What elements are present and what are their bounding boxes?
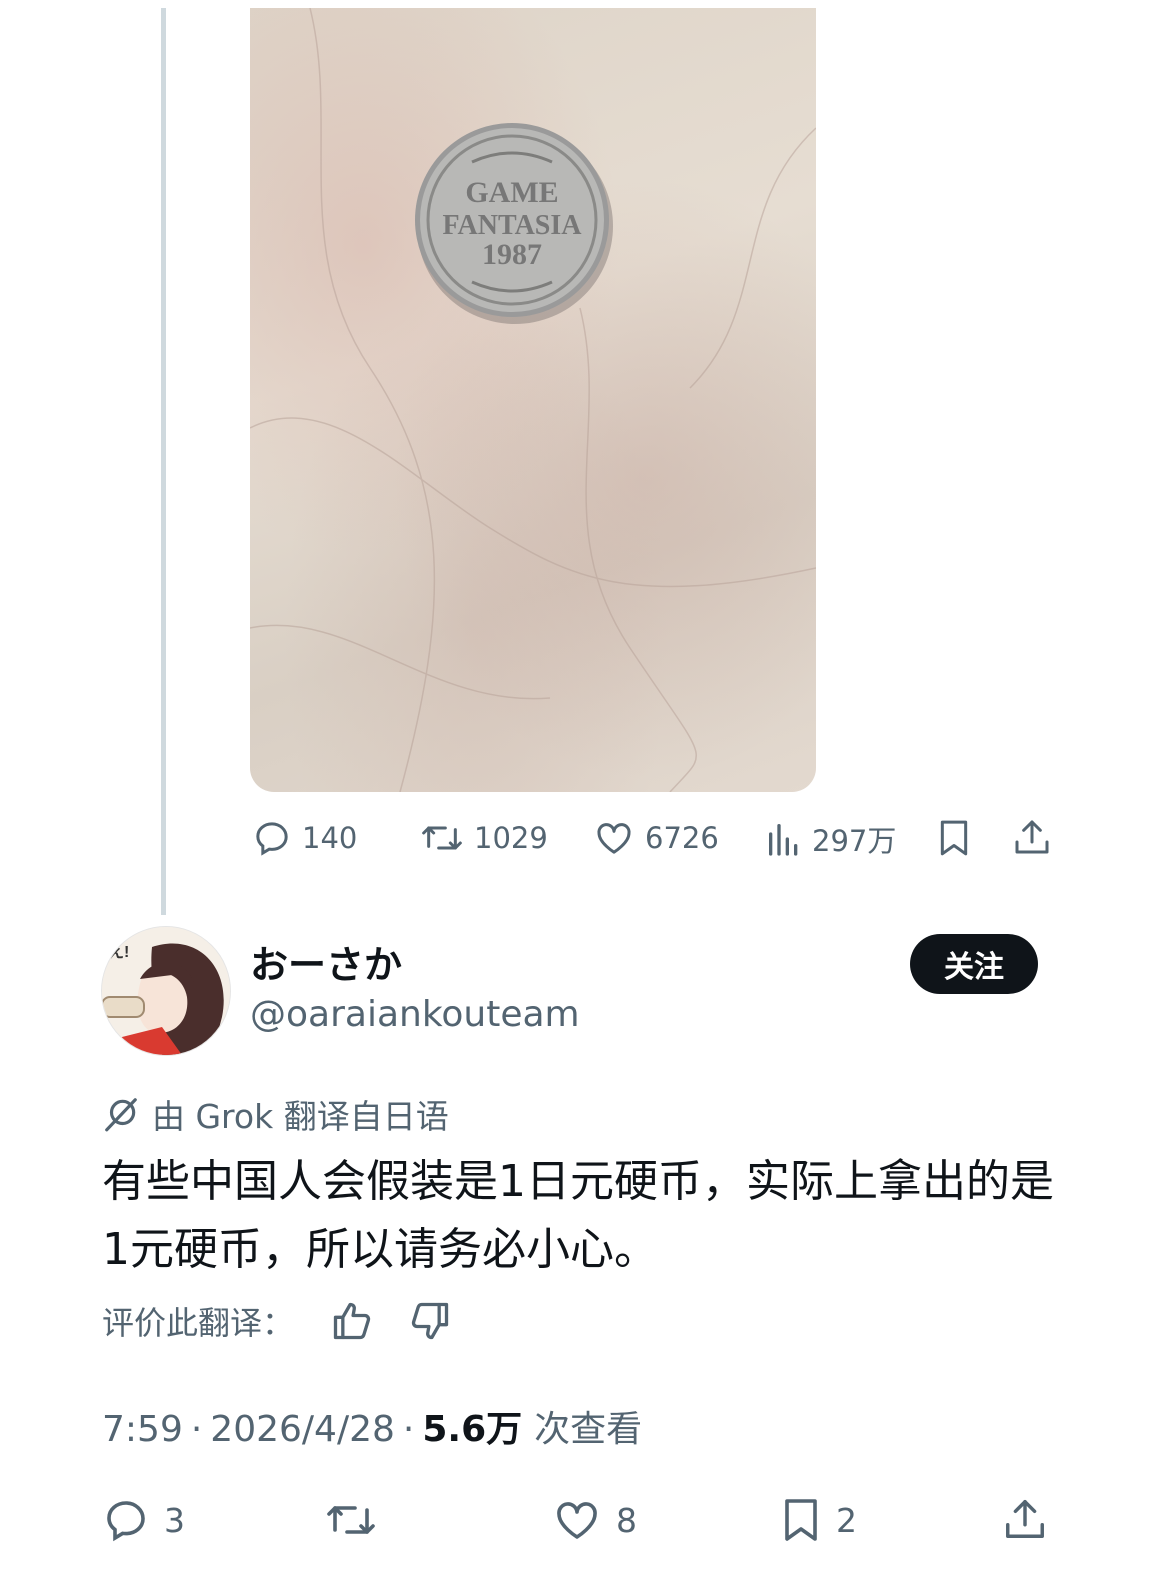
rate-translation-label: 评价此翻译： — [102, 1304, 295, 1342]
retweet-button[interactable] — [324, 1496, 378, 1544]
display-name[interactable]: おーさか — [250, 934, 402, 989]
meta-separator: · — [190, 1409, 203, 1450]
share-button[interactable] — [1002, 1494, 1048, 1544]
retweet-icon — [327, 1506, 375, 1534]
translated-by-label: 由 Grok 翻译自日语 — [152, 1097, 449, 1136]
tweet-time[interactable]: 7:59 — [102, 1409, 183, 1450]
reply-count: 140 — [302, 821, 358, 855]
like-count: 6726 — [645, 821, 719, 855]
svg-text:え!: え! — [108, 943, 129, 961]
rate-translation: 评价此翻译： — [102, 1298, 452, 1344]
tweet-date[interactable]: 2026/4/28 — [210, 1409, 395, 1450]
translation-notice: 由 Grok 翻译自日语 — [102, 1090, 449, 1138]
views-button[interactable]: 297万 — [766, 818, 896, 860]
coin-photo: GAME FANTASIA 1987 — [250, 8, 816, 792]
like-icon — [597, 823, 631, 854]
bookmark-icon — [785, 1499, 817, 1541]
views-icon — [769, 824, 798, 856]
thread-connector-line — [161, 8, 166, 915]
reply-button[interactable]: 3 — [102, 1496, 185, 1544]
bookmark-count: 2 — [836, 1500, 857, 1540]
coin-text-line-2: FANTASIA — [443, 210, 583, 241]
coin-text-line-1: GAME — [465, 176, 558, 209]
thumbs-down-icon — [411, 1302, 449, 1340]
coin-text-line-3: 1987 — [482, 238, 542, 271]
view-count-label[interactable]: 次查看 — [534, 1400, 642, 1452]
bookmark-button[interactable]: 2 — [780, 1496, 857, 1544]
thumbs-down-button[interactable] — [408, 1299, 452, 1343]
like-button[interactable]: 6726 — [593, 818, 719, 858]
like-icon — [557, 1502, 597, 1539]
thumbs-up-button[interactable] — [330, 1299, 374, 1343]
tweet-text: 有些中国人会假装是1日元硬币，实际上拿出的是1元硬币，所以请务必小心。 — [102, 1156, 1054, 1275]
avatar[interactable]: え! — [101, 926, 231, 1056]
user-handle[interactable]: @oaraiankouteam — [250, 994, 580, 1035]
share-button[interactable] — [1012, 816, 1052, 858]
grok-icon — [105, 1098, 137, 1132]
retweet-icon — [422, 826, 462, 850]
reply-icon — [107, 1501, 145, 1542]
bookmark-icon — [940, 820, 968, 856]
share-icon — [1015, 820, 1049, 854]
meta-separator: · — [402, 1409, 415, 1450]
tweet-image[interactable]: GAME FANTASIA 1987 — [250, 8, 816, 792]
follow-button[interactable]: 关注 — [910, 934, 1038, 994]
like-count: 8 — [616, 1500, 637, 1540]
retweet-button[interactable]: 1029 — [420, 818, 548, 858]
retweet-count: 1029 — [474, 821, 548, 855]
thumbs-up-icon — [333, 1302, 371, 1340]
share-icon — [1006, 1500, 1044, 1538]
view-count-value: 5.6万 — [422, 1409, 523, 1450]
views-count: 297万 — [812, 824, 897, 858]
reply-count: 3 — [164, 1500, 185, 1540]
tweet-meta: 7:59 · 2026/4/28 · 5.6万 次查看 — [102, 1400, 642, 1452]
avatar-illustration: え! — [102, 927, 230, 1055]
bookmark-button[interactable] — [936, 818, 972, 858]
like-button[interactable]: 8 — [552, 1496, 637, 1544]
reply-icon — [256, 822, 288, 856]
reply-button[interactable]: 140 — [252, 818, 357, 858]
